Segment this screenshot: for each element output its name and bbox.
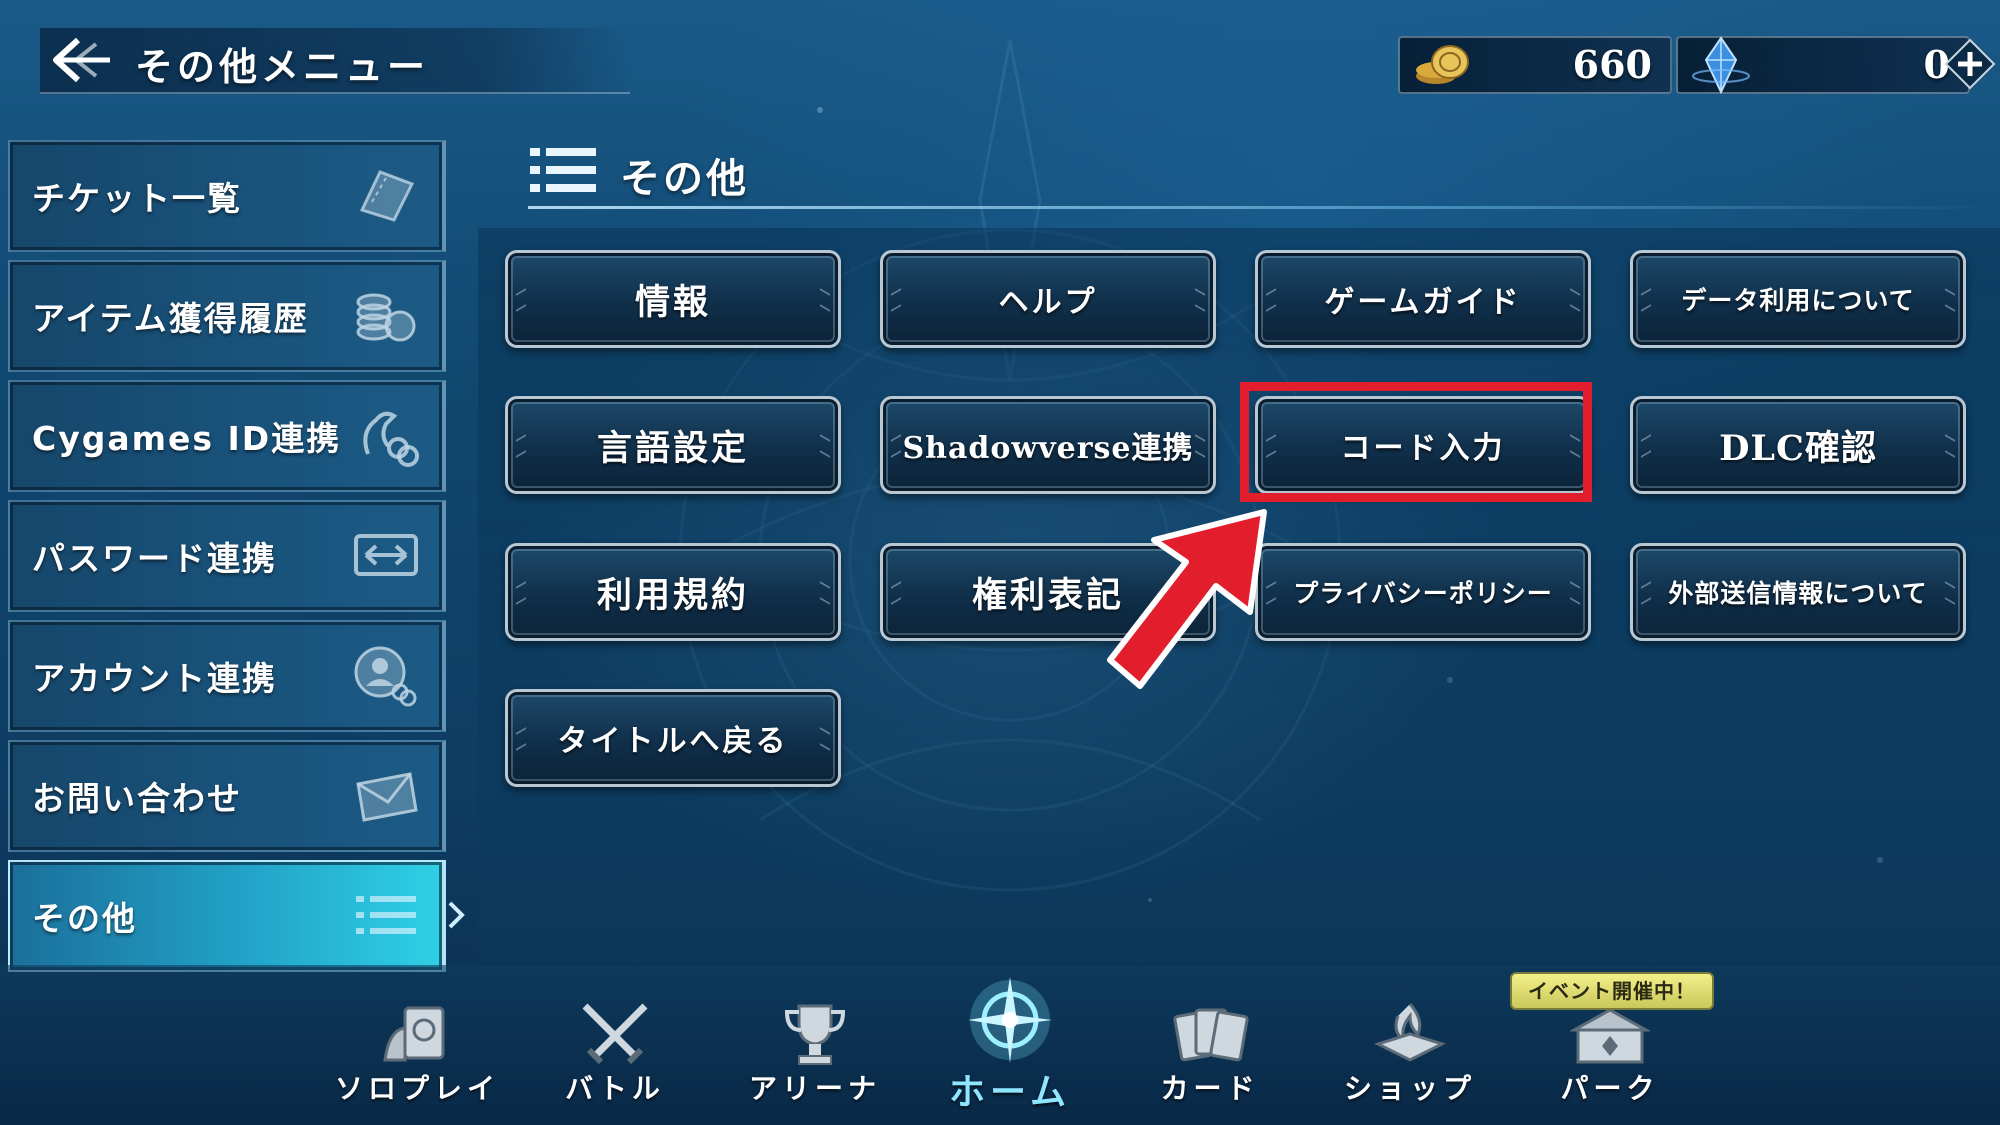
blue-crystal-icon	[1692, 36, 1750, 94]
external-transmission-button[interactable]: 外部送信情報について	[1630, 543, 1966, 641]
top-bar: その他メニュー 660 0	[0, 0, 2000, 120]
game-guide-button[interactable]: ゲームガイド	[1255, 250, 1591, 348]
coin-value: 660	[1572, 42, 1652, 87]
sidebar-item-tickets[interactable]: チケット一覧	[8, 140, 446, 252]
button-label: ヘルプ	[998, 285, 1098, 320]
highlight-box	[1240, 382, 1592, 502]
nav-cards[interactable]: カード	[1130, 965, 1290, 1125]
nav-label: バトル	[565, 1072, 665, 1105]
button-label: DLC確認	[1719, 427, 1877, 469]
add-currency-button[interactable]	[1944, 38, 1996, 90]
home-emblem-icon	[968, 977, 1052, 1063]
page-title: その他メニュー	[135, 45, 430, 89]
data-usage-button[interactable]: データ利用について	[1630, 250, 1966, 348]
chevron-right-icon	[448, 901, 465, 929]
exchange-arrows-icon	[354, 534, 418, 576]
list-icon	[530, 148, 596, 192]
title-bar: その他メニュー	[40, 28, 630, 94]
crossed-swords-icon	[582, 1003, 648, 1065]
button-label: 外部送信情報について	[1668, 579, 1928, 608]
button-label: ゲームガイド	[1324, 285, 1522, 320]
button-label: プライバシーポリシー	[1293, 579, 1553, 608]
nav-shop[interactable]: ショップ	[1330, 965, 1490, 1125]
sidebar-item-contact[interactable]: お問い合わせ	[8, 740, 446, 852]
crystal-counter: 0	[1676, 36, 1970, 94]
sidebar-item-label: Cygames ID連携	[32, 419, 342, 458]
envelope-icon	[356, 772, 418, 822]
red-arrow-icon	[1107, 509, 1267, 689]
button-label: 情報	[634, 281, 711, 323]
language-settings-button[interactable]: 言語設定	[505, 396, 841, 494]
list-icon	[356, 896, 416, 934]
park-icon	[1570, 1008, 1650, 1064]
sidebar-item-label: アカウント連携	[32, 659, 277, 698]
nav-label: アリーナ	[748, 1072, 881, 1105]
sidebar-item-account[interactable]: アカウント連携	[8, 620, 446, 732]
shop-icon	[1374, 1003, 1446, 1062]
cards-icon	[1173, 1008, 1249, 1062]
button-label: データ利用について	[1681, 286, 1915, 315]
nav-label: パーク	[1560, 1072, 1660, 1105]
nav-label: ソロプレイ	[335, 1072, 501, 1105]
sidebar-item-label: チケット一覧	[32, 179, 242, 218]
sidebar-item-label: その他	[32, 899, 137, 938]
shadowverse-link-button[interactable]: Shadowverse連携	[880, 396, 1216, 494]
button-label: 利用規約	[596, 574, 749, 616]
sidebar-item-password[interactable]: パスワード連携	[8, 500, 446, 612]
nav-arena[interactable]: アリーナ	[735, 965, 895, 1125]
button-label: 言語設定	[596, 427, 749, 469]
help-button[interactable]: ヘルプ	[880, 250, 1216, 348]
back-to-title-button[interactable]: タイトルへ戻る	[505, 689, 841, 787]
plus-icon	[1944, 38, 1996, 90]
section-title: その他	[620, 156, 749, 202]
gold-coins-icon	[1416, 45, 1469, 84]
privacy-policy-button[interactable]: プライバシーポリシー	[1255, 543, 1591, 641]
nav-label: カード	[1160, 1072, 1260, 1105]
info-button[interactable]: 情報	[505, 250, 841, 348]
sidebar-item-other[interactable]: その他	[8, 860, 465, 972]
section-header: その他	[528, 140, 1998, 210]
button-label: タイトルへ戻る	[557, 724, 789, 759]
nav-label: ホーム	[949, 1072, 1071, 1113]
sidebar-item-label: お問い合わせ	[32, 779, 242, 818]
nav-battle[interactable]: バトル	[535, 965, 695, 1125]
section-divider	[528, 206, 1998, 209]
dragon-link-icon	[363, 411, 419, 467]
back-arrow-icon	[53, 37, 110, 83]
sidebar-item-label: アイテム獲得履歴	[32, 299, 309, 338]
event-badge: イベント開催中！	[1510, 972, 1714, 1010]
solo-play-icon	[383, 1006, 445, 1062]
coin-stack-icon	[356, 293, 416, 342]
nav-solo-play[interactable]: ソロプレイ	[335, 965, 495, 1125]
button-label: Shadowverse連携	[902, 431, 1194, 466]
coin-counter: 660	[1398, 36, 1672, 94]
nav-label: ショップ	[1343, 1072, 1476, 1105]
ticket-icon	[359, 170, 415, 222]
sidebar: チケット一覧 アイテム獲得履歴 Cygames ID連携 パスワード連携 アカウ…	[8, 140, 465, 972]
sidebar-item-cygames-id[interactable]: Cygames ID連携	[8, 380, 446, 492]
trophy-icon	[784, 1004, 846, 1065]
user-link-icon	[354, 646, 417, 707]
terms-button[interactable]: 利用規約	[505, 543, 841, 641]
nav-home[interactable]: ホーム	[930, 965, 1090, 1125]
dlc-check-button[interactable]: DLC確認	[1630, 396, 1966, 494]
sidebar-item-label: パスワード連携	[32, 539, 277, 578]
back-button[interactable]	[48, 34, 118, 86]
sidebar-item-item-history[interactable]: アイテム獲得履歴	[8, 260, 446, 372]
